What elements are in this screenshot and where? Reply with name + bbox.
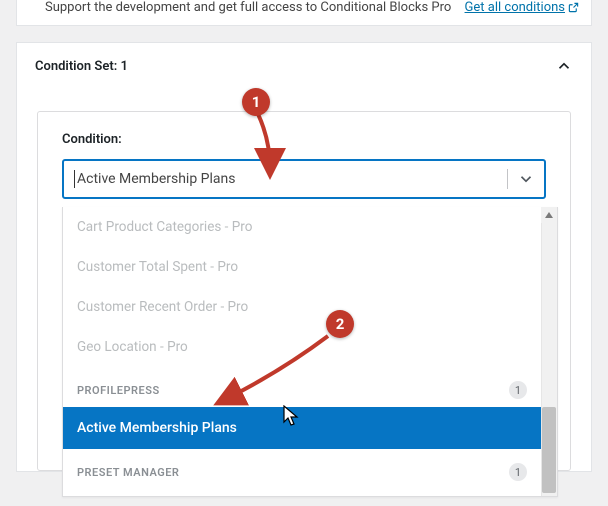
dropdown-option[interactable]: Cart Product Categories - Pro [63, 207, 541, 247]
dropdown-group-header: PROFILEPRESS 1 [63, 367, 541, 407]
select-value: Active Membership Plans [64, 161, 507, 197]
triangle-up-icon [544, 210, 554, 220]
dropdown-option[interactable]: Presets - Pro [63, 489, 541, 496]
annotation-callout-1: 1 [242, 88, 270, 116]
scrollbar-track[interactable] [541, 207, 557, 496]
promo-bar: Support the development and get full acc… [16, 0, 592, 26]
dropdown-option-selected[interactable]: Active Membership Plans [63, 407, 541, 449]
selected-value-text: Active Membership Plans [77, 171, 235, 187]
support-text: Support the development and get full acc… [45, 0, 451, 15]
group-label: PRESET MANAGER [77, 466, 179, 479]
group-count-badge: 1 [509, 381, 527, 399]
select-chevron-button[interactable] [508, 161, 544, 197]
dropdown-option[interactable]: Customer Recent Order - Pro [63, 287, 541, 327]
text-cursor [74, 170, 75, 188]
panel-header[interactable]: Condition Set: 1 [17, 43, 591, 89]
dropdown-option[interactable]: Geo Location - Pro [63, 327, 541, 367]
annotation-callout-2: 2 [326, 310, 354, 338]
condition-dropdown: Cart Product Categories - Pro Customer T… [62, 207, 558, 497]
condition-label: Condition: [62, 132, 546, 147]
condition-set-panel: Condition Set: 1 Condition: Active Membe… [16, 42, 592, 472]
group-count-badge: 1 [509, 463, 527, 481]
chevron-up-icon [555, 57, 573, 75]
link-label: Get all conditions [465, 0, 565, 15]
group-label: PROFILEPRESS [77, 384, 160, 397]
condition-inner-box: Condition: Active Membership Plans Cart … [37, 111, 571, 471]
condition-select[interactable]: Active Membership Plans [62, 159, 546, 199]
dropdown-group-header: PRESET MANAGER 1 [63, 449, 541, 489]
scrollbar-thumb[interactable] [542, 407, 556, 493]
chevron-down-icon [517, 170, 535, 188]
get-all-conditions-link[interactable]: Get all conditions [465, 0, 579, 15]
panel-title: Condition Set: 1 [35, 59, 128, 74]
dropdown-option[interactable]: Customer Total Spent - Pro [63, 247, 541, 287]
external-link-icon [568, 2, 579, 13]
scroll-up-button[interactable] [541, 207, 557, 223]
